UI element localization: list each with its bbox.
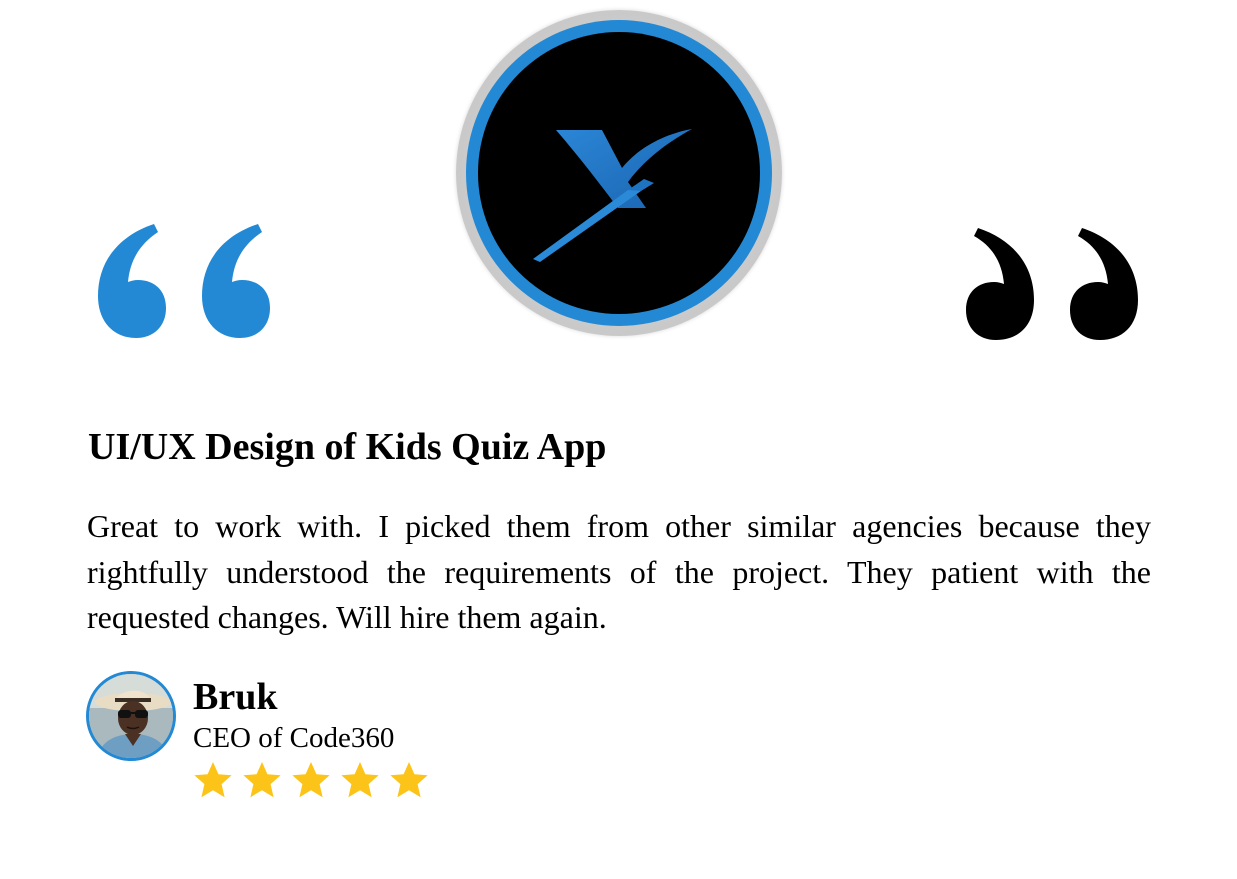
star-icon bbox=[194, 762, 232, 798]
star-icon bbox=[292, 762, 330, 798]
author-avatar bbox=[86, 671, 176, 761]
avatar-photo bbox=[89, 674, 173, 758]
close-quote-icon bbox=[966, 228, 1138, 340]
x-logo-icon bbox=[533, 129, 692, 262]
star-rating bbox=[193, 760, 429, 802]
author-role: CEO of Code360 bbox=[193, 722, 395, 754]
open-quote-icon bbox=[98, 224, 270, 338]
brand-logo bbox=[456, 10, 782, 336]
star-icon bbox=[341, 762, 379, 798]
logo-ring bbox=[466, 20, 772, 326]
logo-core bbox=[478, 32, 760, 314]
review-body: Great to work with. I picked them from o… bbox=[87, 508, 1151, 635]
star-icon bbox=[243, 762, 281, 798]
author-name: Bruk bbox=[193, 676, 278, 718]
star-icon bbox=[390, 762, 428, 798]
review-title: UI/UX Design of Kids Quiz App bbox=[88, 426, 607, 468]
